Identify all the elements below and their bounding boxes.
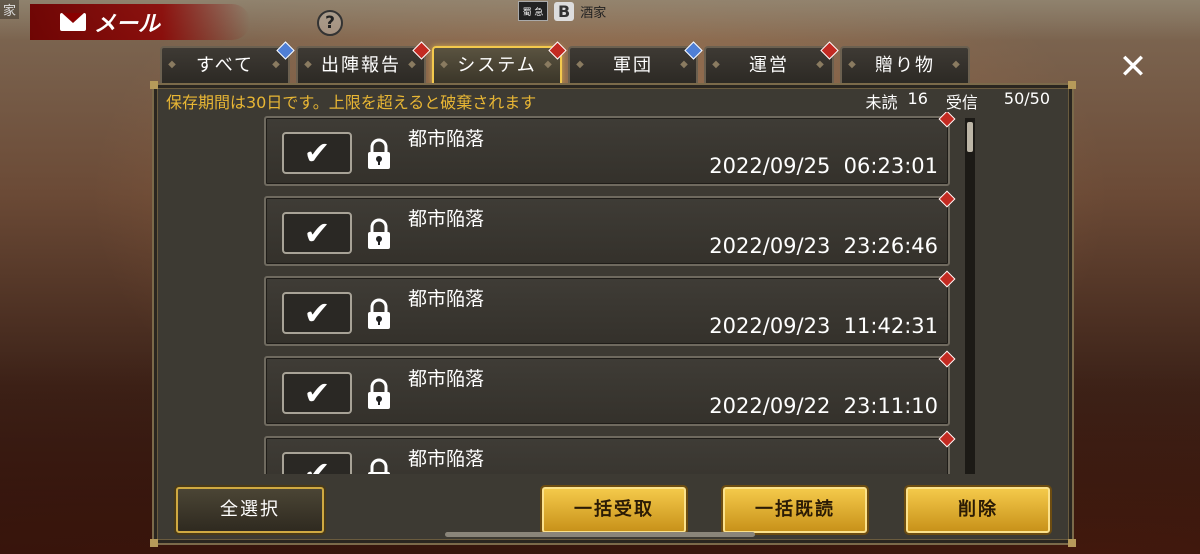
mail-subject: 都市陥落 — [408, 208, 485, 230]
tab-label: 贈り物 — [875, 55, 935, 76]
unread-badge-icon — [938, 270, 956, 288]
mail-row[interactable]: ✔ 都市陥落 2022/09/23 23:26:46 — [264, 190, 956, 266]
delete-button[interactable]: 削除 — [906, 487, 1050, 533]
unread-count: 16 — [907, 89, 928, 108]
list-scrollbar[interactable] — [965, 118, 975, 474]
mail-subject: 都市陥落 — [408, 288, 485, 310]
unread-label: 未読 — [865, 93, 898, 112]
bulk-receive-button[interactable]: 一括受取 — [542, 487, 686, 533]
tab-ornament: ◆ — [576, 59, 586, 70]
received-count: 50/50 — [1003, 89, 1050, 108]
mail-row[interactable]: ✔ 都市陥落 2022/09/25 06:23:01 — [264, 112, 956, 186]
mail-subject: 都市陥落 — [408, 448, 485, 470]
tab-bar: ◆ すべて ◆ ◆ 出陣報告 ◆ ◆ システム ◆ ◆ 軍団 ◆ ◆ 運営 ◆ … — [160, 41, 970, 84]
new-badge-icon — [548, 41, 567, 60]
tab-label: 軍団 — [613, 55, 653, 76]
panel-corner-ornament — [150, 81, 158, 89]
lock-icon[interactable] — [366, 138, 392, 170]
panel-corner-ornament — [1068, 81, 1076, 89]
corner-label: 家 — [0, 0, 20, 19]
tab-label: 出陣報告 — [321, 55, 401, 76]
new-badge-icon — [412, 41, 431, 60]
tab-legion[interactable]: ◆ 軍団 ◆ — [568, 41, 703, 84]
location-name: 酒家 — [580, 5, 607, 21]
select-checkbox[interactable]: ✔ — [282, 292, 352, 334]
tab-ornament: ◆ — [544, 59, 554, 70]
tab-label: システム — [457, 55, 537, 76]
tab-ornament: ◆ — [408, 59, 418, 70]
tab-ornament: ◆ — [952, 59, 962, 70]
mail-date: 2022/09/22 23:11:10 — [709, 394, 938, 418]
unread-badge-icon — [938, 190, 956, 208]
page-title: メール — [94, 12, 161, 37]
tab-ornament: ◆ — [304, 59, 314, 70]
envelope-icon — [60, 13, 86, 31]
scroll-thumb[interactable] — [967, 122, 973, 152]
lock-icon[interactable] — [366, 458, 392, 474]
mail-row[interactable]: ✔ 都市陥落 — [264, 430, 956, 474]
tab-ornament: ◆ — [816, 59, 826, 70]
retention-notice: 保存期間は30日です。上限を超えると破棄されます — [166, 93, 537, 112]
mail-date: 2022/09/23 23:26:46 — [709, 234, 938, 258]
select-checkbox[interactable]: ✔ — [282, 132, 352, 174]
tab-label: 運営 — [749, 55, 789, 76]
mail-row[interactable]: ✔ 都市陥落 2022/09/22 23:11:10 — [264, 350, 956, 426]
close-button[interactable]: ✕ — [1118, 50, 1148, 84]
unread-badge-icon — [938, 350, 956, 368]
tab-ornament: ◆ — [712, 59, 722, 70]
panel-corner-ornament — [150, 539, 158, 547]
lock-icon[interactable] — [366, 218, 392, 250]
tab-gifts[interactable]: ◆ 贈り物 ◆ — [840, 46, 970, 84]
mail-subject: 都市陥落 — [408, 368, 485, 390]
tab-system[interactable]: ◆ システム ◆ — [432, 41, 567, 84]
mail-date: 2022/09/25 06:23:01 — [709, 154, 938, 178]
received-label: 受信 — [945, 93, 978, 112]
new-badge-icon — [820, 41, 839, 60]
lock-icon[interactable] — [366, 298, 392, 330]
horizontal-scroll-indicator — [445, 532, 755, 537]
tab-battle-report[interactable]: ◆ 出陣報告 ◆ — [296, 41, 431, 84]
unread-badge-icon — [938, 430, 956, 448]
tab-operations[interactable]: ◆ 運営 ◆ — [704, 41, 839, 84]
top-status: 蜀 急 B 酒家 — [518, 0, 606, 22]
mail-list[interactable]: ✔ 都市陥落 2022/09/25 06:23:01 ✔ 都市陥落 2022/0… — [250, 112, 978, 474]
mail-counts: 未読 16 受信 50/50 — [866, 89, 1051, 113]
unread-badge-icon — [938, 112, 956, 128]
select-all-button[interactable]: 全選択 — [176, 487, 324, 533]
mail-date: 2022/09/23 11:42:31 — [709, 314, 938, 338]
mail-subject: 都市陥落 — [408, 128, 485, 150]
faction-badge: 蜀 急 — [518, 1, 548, 21]
tab-ornament: ◆ — [680, 59, 690, 70]
lock-icon[interactable] — [366, 378, 392, 410]
tab-all[interactable]: ◆ すべて ◆ — [160, 41, 295, 84]
bulk-read-button[interactable]: 一括既読 — [723, 487, 867, 533]
new-badge-icon — [276, 41, 295, 60]
tab-ornament: ◆ — [272, 59, 282, 70]
tab-ornament: ◆ — [168, 59, 178, 70]
help-button[interactable]: ? — [317, 10, 343, 36]
select-checkbox[interactable]: ✔ — [282, 212, 352, 254]
tab-ornament: ◆ — [848, 59, 858, 70]
grade-badge: B — [554, 1, 575, 21]
mail-row[interactable]: ✔ 都市陥落 2022/09/23 11:42:31 — [264, 270, 956, 346]
mail-header: メール — [30, 4, 250, 40]
select-checkbox[interactable]: ✔ — [282, 372, 352, 414]
tab-label: すべて — [195, 55, 255, 76]
tab-ornament: ◆ — [440, 59, 450, 70]
select-checkbox[interactable]: ✔ — [282, 452, 352, 474]
new-badge-icon — [684, 41, 703, 60]
panel-corner-ornament — [1068, 539, 1076, 547]
